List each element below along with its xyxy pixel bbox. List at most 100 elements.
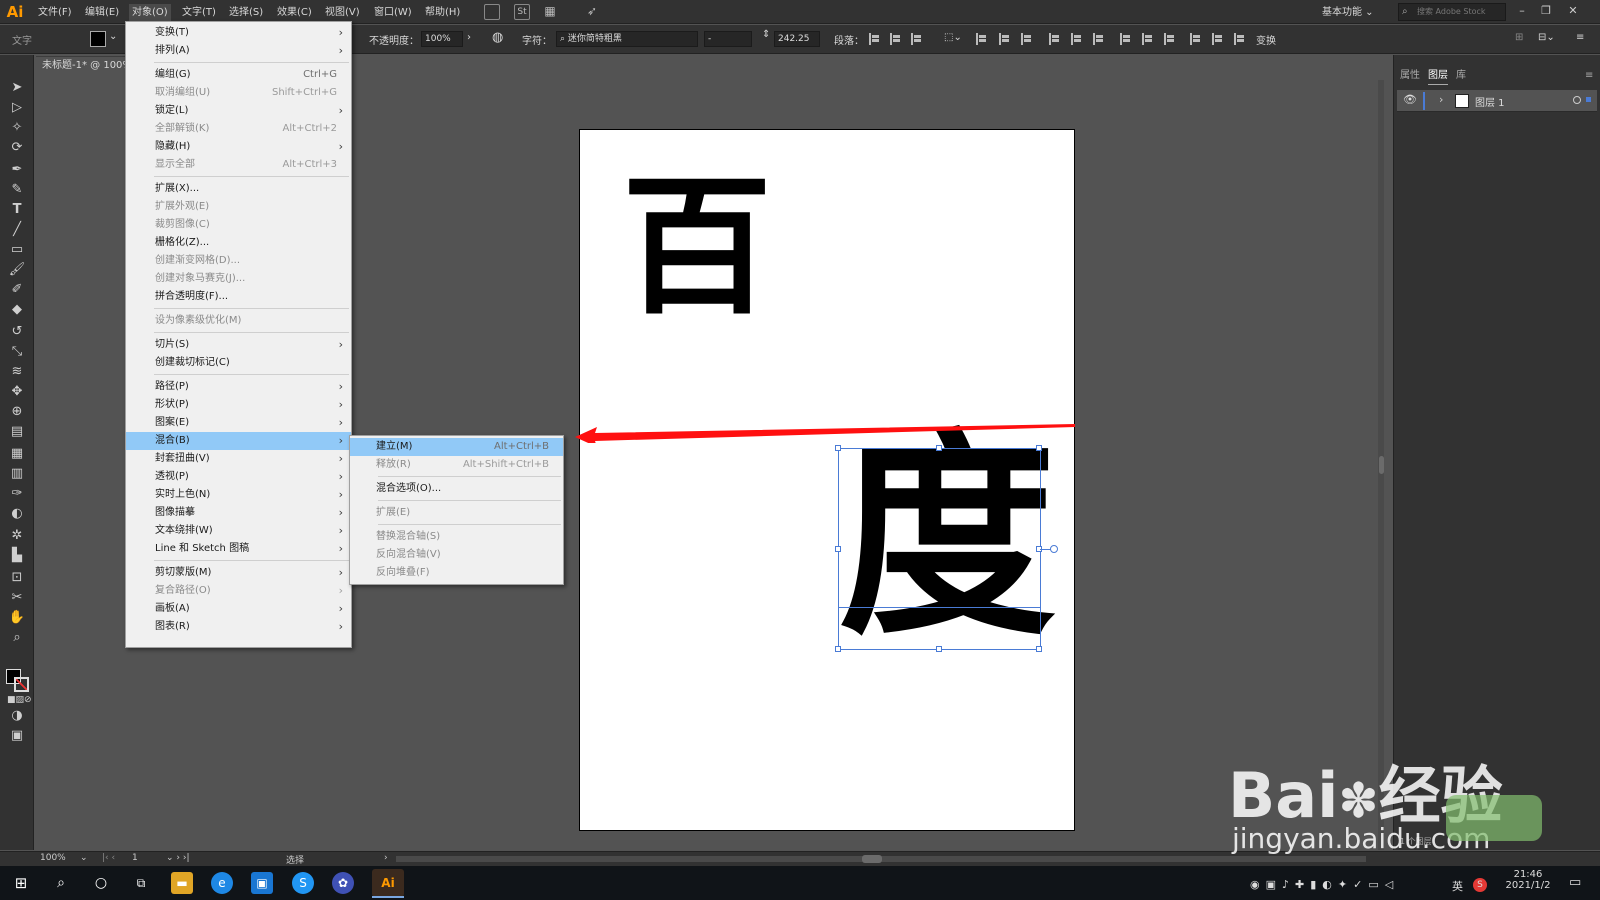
line-tool-icon[interactable]: ╱ bbox=[7, 221, 27, 239]
menu-edit[interactable]: 编辑(E) bbox=[85, 4, 119, 21]
handle-bottom-left[interactable] bbox=[835, 646, 841, 652]
align-center-icon[interactable] bbox=[890, 33, 901, 45]
menu-view[interactable]: 视图(V) bbox=[325, 4, 360, 21]
menu-item[interactable]: 实时上色(N) › bbox=[126, 486, 351, 504]
layer-row[interactable]: 👁 › 图层 1 bbox=[1397, 90, 1597, 112]
font-size-stepper-icon[interactable]: ⇕ bbox=[762, 29, 770, 40]
eyedropper-tool-icon[interactable]: ✑ bbox=[7, 485, 27, 503]
gpu-performance-icon[interactable]: ➶ bbox=[584, 4, 600, 20]
tab-libraries[interactable]: 库 bbox=[1456, 67, 1466, 85]
mesh-tool-icon[interactable]: ▦ bbox=[7, 445, 27, 463]
arrange-icon[interactable]: ⊟⌄ bbox=[1538, 32, 1555, 43]
menu-item[interactable]: 编组(G) Ctrl+G bbox=[126, 66, 351, 84]
blend-tool-icon[interactable]: ◐ bbox=[7, 505, 27, 523]
expand-chevron-icon[interactable]: › bbox=[1439, 93, 1443, 106]
scale-tool-icon[interactable]: ⤡ bbox=[7, 343, 27, 361]
fill-dropdown-icon[interactable]: ⌄ bbox=[109, 31, 117, 42]
sogou-browser-icon[interactable]: S bbox=[292, 872, 314, 894]
screen-mode-icon[interactable]: ▣ bbox=[7, 727, 27, 745]
symbol-sprayer-tool-icon[interactable]: ✲ bbox=[7, 527, 27, 545]
draw-mode-icon[interactable]: ◑ bbox=[7, 707, 27, 725]
close-button[interactable]: ✕ bbox=[1563, 2, 1583, 20]
handle-bottom-right[interactable] bbox=[1036, 646, 1042, 652]
menu-item[interactable]: Line 和 Sketch 图稿 › bbox=[126, 540, 351, 558]
transform-link[interactable]: 变换 bbox=[1256, 32, 1276, 47]
distribute-right-icon[interactable] bbox=[1234, 33, 1245, 45]
selection-bounding-box[interactable] bbox=[835, 445, 1058, 652]
file-explorer-icon[interactable]: ▬ bbox=[171, 872, 193, 894]
handle-top-right[interactable] bbox=[1036, 445, 1042, 451]
system-tray-icons[interactable]: ◉▣♪✚▮◐✦✓▭◁ bbox=[1250, 878, 1399, 891]
rectangle-tool-icon[interactable]: ▭ bbox=[7, 241, 27, 259]
menu-item[interactable]: 栅格化(Z)... bbox=[126, 234, 351, 252]
menu-file[interactable]: 文件(F) bbox=[38, 4, 72, 21]
align-objects-top-icon[interactable] bbox=[1049, 33, 1060, 45]
zoom-tool-icon[interactable]: ⌕ bbox=[7, 629, 27, 647]
vertical-scroll-thumb[interactable] bbox=[1379, 456, 1384, 474]
taskbar-search-icon[interactable]: ⌕ bbox=[50, 872, 72, 894]
distribute-vcenter-icon[interactable] bbox=[1142, 33, 1153, 45]
handle-top-left[interactable] bbox=[835, 445, 841, 451]
menu-item[interactable]: 剪切蒙版(M) › bbox=[126, 564, 351, 582]
menu-effect[interactable]: 效果(C) bbox=[277, 4, 312, 21]
opacity-arrow-icon[interactable]: › bbox=[467, 32, 471, 43]
zoom-level[interactable]: 100% bbox=[40, 853, 66, 863]
distribute-bottom-icon[interactable] bbox=[1164, 33, 1175, 45]
menu-item[interactable]: 图案(E) › bbox=[126, 414, 351, 432]
align-left-icon[interactable] bbox=[869, 33, 880, 45]
menu-item[interactable]: 创建裁切标记(C) bbox=[126, 354, 351, 372]
align-right-icon[interactable] bbox=[911, 33, 922, 45]
document-tab[interactable]: 未标题-1* @ 100% bbox=[36, 56, 128, 76]
selection-tool-icon[interactable]: ➤ bbox=[7, 79, 27, 97]
handle-bottom-center[interactable] bbox=[936, 646, 942, 652]
isolate-icon[interactable]: ⊞ bbox=[1515, 32, 1523, 43]
tab-layers[interactable]: 图层 bbox=[1428, 67, 1448, 85]
artboard-tool-icon[interactable]: ⊡ bbox=[7, 569, 27, 587]
menu-item[interactable]: 建立(M) Alt+Ctrl+B bbox=[350, 438, 563, 456]
hand-tool-icon[interactable]: ✋ bbox=[7, 609, 27, 627]
handle-top-center[interactable] bbox=[936, 445, 942, 451]
panel-collapse-bar[interactable] bbox=[1394, 55, 1600, 63]
perspective-grid-tool-icon[interactable]: ▤ bbox=[7, 423, 27, 441]
menu-item[interactable]: 变换(T) › bbox=[126, 24, 351, 42]
menu-item[interactable]: 透视(P) › bbox=[126, 468, 351, 486]
arrange-documents-icon[interactable]: ▦ bbox=[542, 4, 558, 20]
align-objects-right-icon[interactable] bbox=[1021, 33, 1032, 45]
target-circle-icon[interactable] bbox=[1573, 96, 1581, 104]
tab-properties[interactable]: 属性 bbox=[1400, 67, 1420, 85]
workspace-switcher[interactable]: 基本功能 ⌄ bbox=[1322, 4, 1374, 21]
align-objects-vcenter-icon[interactable] bbox=[1071, 33, 1082, 45]
clock[interactable]: 21:46 2021/1/2 bbox=[1500, 869, 1556, 891]
text-out-port[interactable] bbox=[1050, 545, 1058, 553]
menu-type[interactable]: 文字(T) bbox=[182, 4, 216, 21]
stock-icon[interactable]: St bbox=[514, 4, 530, 20]
font-size-input[interactable]: 242.25 bbox=[774, 31, 820, 47]
menu-item[interactable]: 画板(A) › bbox=[126, 600, 351, 618]
menu-item[interactable]: 锁定(L) › bbox=[126, 102, 351, 120]
shaper-tool-icon[interactable]: ✐ bbox=[7, 281, 27, 299]
distribute-top-icon[interactable] bbox=[1120, 33, 1131, 45]
handle-middle-left[interactable] bbox=[835, 546, 841, 552]
bridge-icon[interactable] bbox=[484, 4, 500, 20]
layer-name[interactable]: 图层 1 bbox=[1475, 94, 1505, 109]
cortana-icon[interactable]: ○ bbox=[90, 872, 112, 894]
pen-tool-icon[interactable]: ✒ bbox=[7, 161, 27, 179]
control-menu-icon[interactable]: ≡ bbox=[1576, 32, 1584, 43]
menu-item[interactable]: 图表(R) › bbox=[126, 618, 351, 636]
menu-item[interactable]: 封套扭曲(V) › bbox=[126, 450, 351, 468]
ime-indicator[interactable]: 英 bbox=[1452, 878, 1463, 894]
distribute-left-icon[interactable] bbox=[1190, 33, 1201, 45]
panel-menu-icon[interactable]: ≡ bbox=[1585, 67, 1593, 85]
align-objects-hcenter-icon[interactable] bbox=[999, 33, 1010, 45]
opacity-input[interactable]: 100% bbox=[421, 31, 463, 47]
illustrator-taskbar-icon[interactable]: Ai bbox=[372, 869, 404, 897]
horizontal-scroll-thumb[interactable] bbox=[862, 855, 882, 863]
menu-item[interactable]: 排列(A) › bbox=[126, 42, 351, 60]
type-tool-icon[interactable]: T bbox=[7, 201, 27, 219]
minimize-button[interactable]: – bbox=[1512, 2, 1532, 20]
restore-button[interactable]: ❐ bbox=[1536, 2, 1556, 20]
distribute-hcenter-icon[interactable] bbox=[1212, 33, 1223, 45]
windows-start-icon[interactable]: ⊞ bbox=[10, 872, 32, 894]
direct-selection-tool-icon[interactable]: ▷ bbox=[7, 99, 27, 117]
menu-item[interactable]: 文本绕排(W) › bbox=[126, 522, 351, 540]
